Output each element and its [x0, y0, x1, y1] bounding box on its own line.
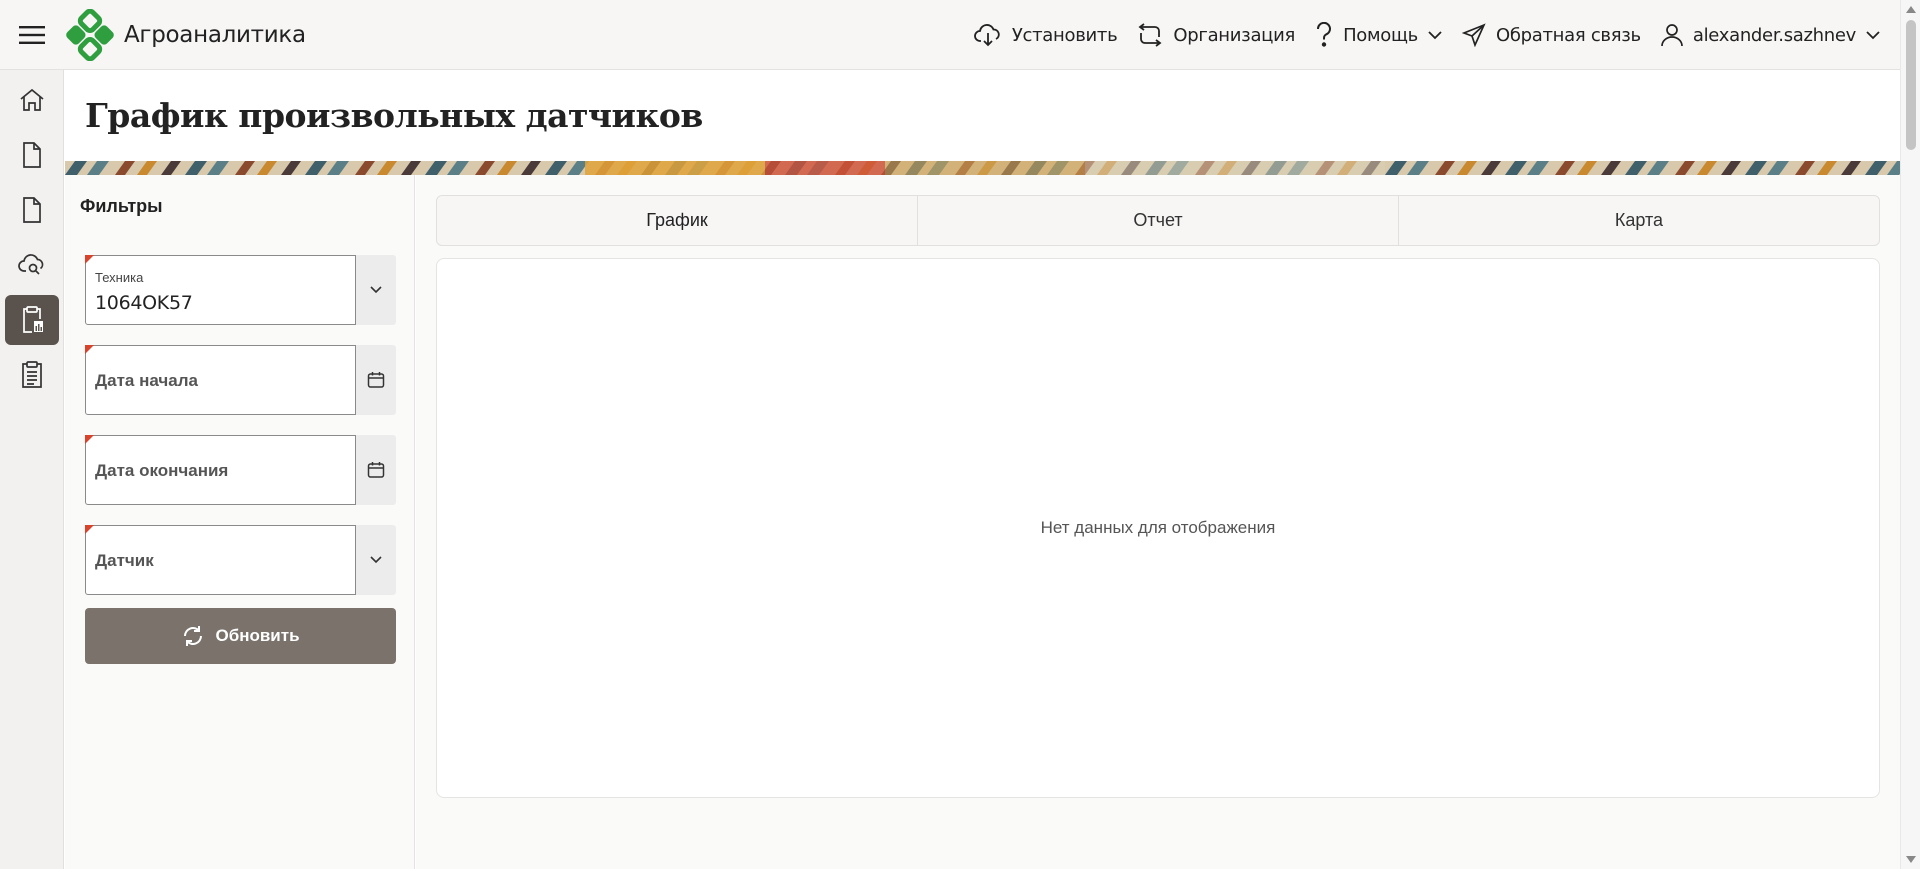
document-icon	[23, 142, 41, 168]
filters-title: Фильтры	[80, 196, 163, 216]
calendar-icon	[367, 372, 385, 388]
empty-state-message: Нет данных для отображения	[1040, 518, 1276, 537]
chevron-down-icon	[370, 286, 382, 294]
chart-area: Нет данных для отображения	[436, 258, 1880, 798]
start-date-field[interactable]: Дата начала	[85, 345, 396, 415]
start-date-calendar-button[interactable]	[356, 345, 396, 415]
sidebar-item-clipboard-list[interactable]	[5, 350, 59, 400]
sensor-dropdown-button[interactable]	[356, 525, 396, 595]
chevron-down-icon	[1866, 30, 1880, 39]
tab-chart[interactable]: График	[437, 196, 918, 245]
decorative-banner	[65, 161, 1900, 175]
vehicle-label: Техника	[95, 270, 144, 285]
document-icon	[23, 197, 41, 223]
question-icon	[1317, 22, 1332, 47]
refresh-button[interactable]: Обновить	[85, 608, 396, 664]
end-date-field[interactable]: Дата окончания	[85, 435, 396, 505]
clipboard-list-icon	[22, 361, 42, 388]
page-title: График произвольных датчиков	[85, 96, 703, 135]
install-button[interactable]: Установить	[974, 23, 1118, 47]
logo-icon	[66, 8, 114, 61]
sidebar-item-cloud-search[interactable]	[5, 240, 59, 290]
view-tabs: График Отчет Карта	[436, 195, 1880, 246]
switch-arrows-icon	[1138, 23, 1162, 47]
help-menu[interactable]: Помощь	[1315, 22, 1442, 48]
app-title: Агроаналитика	[124, 21, 306, 48]
scroll-up-arrow[interactable]	[1906, 6, 1916, 13]
sidebar-item-document-2[interactable]	[5, 185, 59, 235]
scroll-down-arrow[interactable]	[1906, 856, 1916, 863]
sensor-placeholder: Датчик	[95, 551, 154, 570]
vehicle-value: 1064OK57	[95, 292, 193, 314]
end-date-placeholder: Дата окончания	[95, 461, 229, 480]
sidebar-item-document[interactable]	[5, 130, 59, 180]
page-header: График произвольных датчиков	[65, 70, 1900, 161]
menu-button[interactable]	[0, 0, 64, 70]
user-icon	[1660, 24, 1683, 47]
sidebar-rail	[0, 70, 64, 869]
tab-map[interactable]: Карта	[1399, 196, 1879, 245]
refresh-label: Обновить	[215, 626, 300, 645]
organization-button[interactable]: Организация	[1137, 23, 1295, 47]
start-date-placeholder: Дата начала	[95, 371, 198, 390]
chevron-down-icon	[370, 556, 382, 564]
end-date-calendar-button[interactable]	[356, 435, 396, 505]
filters-panel: Фильтры Техника 1064OK57 Дата начала Дат…	[65, 175, 415, 869]
paper-plane-icon	[1461, 23, 1486, 47]
main-content: График Отчет Карта Нет данных для отобра…	[416, 175, 1900, 869]
home-icon	[20, 88, 44, 111]
vehicle-select[interactable]: Техника 1064OK57	[85, 255, 396, 325]
user-menu[interactable]: alexander.sazhnev	[1660, 23, 1880, 47]
app-logo[interactable]: Агроаналитика	[64, 8, 306, 61]
cloud-search-icon	[18, 254, 44, 275]
scroll-thumb[interactable]	[1906, 20, 1916, 150]
sidebar-item-sensor-chart[interactable]	[5, 295, 59, 345]
end-date-input[interactable]: Дата окончания	[85, 435, 356, 505]
page-scrollbar[interactable]	[1900, 0, 1920, 869]
feedback-button[interactable]: Обратная связь	[1461, 23, 1641, 47]
vehicle-field[interactable]: Техника 1064OK57	[85, 255, 356, 325]
vehicle-dropdown-button[interactable]	[356, 255, 396, 325]
sensor-field[interactable]: Датчик	[85, 525, 356, 595]
start-date-input[interactable]: Дата начала	[85, 345, 356, 415]
clipboard-chart-icon	[23, 306, 43, 333]
sidebar-item-home[interactable]	[5, 75, 59, 125]
chevron-down-icon	[1428, 30, 1442, 39]
tab-report[interactable]: Отчет	[918, 196, 1399, 245]
sensor-select[interactable]: Датчик	[85, 525, 396, 595]
hamburger-icon	[19, 25, 45, 44]
calendar-icon	[367, 462, 385, 478]
refresh-icon	[184, 626, 203, 646]
top-bar: Агроаналитика Установить Организация Пом…	[0, 0, 1900, 70]
cloud-download-icon	[974, 24, 1000, 47]
